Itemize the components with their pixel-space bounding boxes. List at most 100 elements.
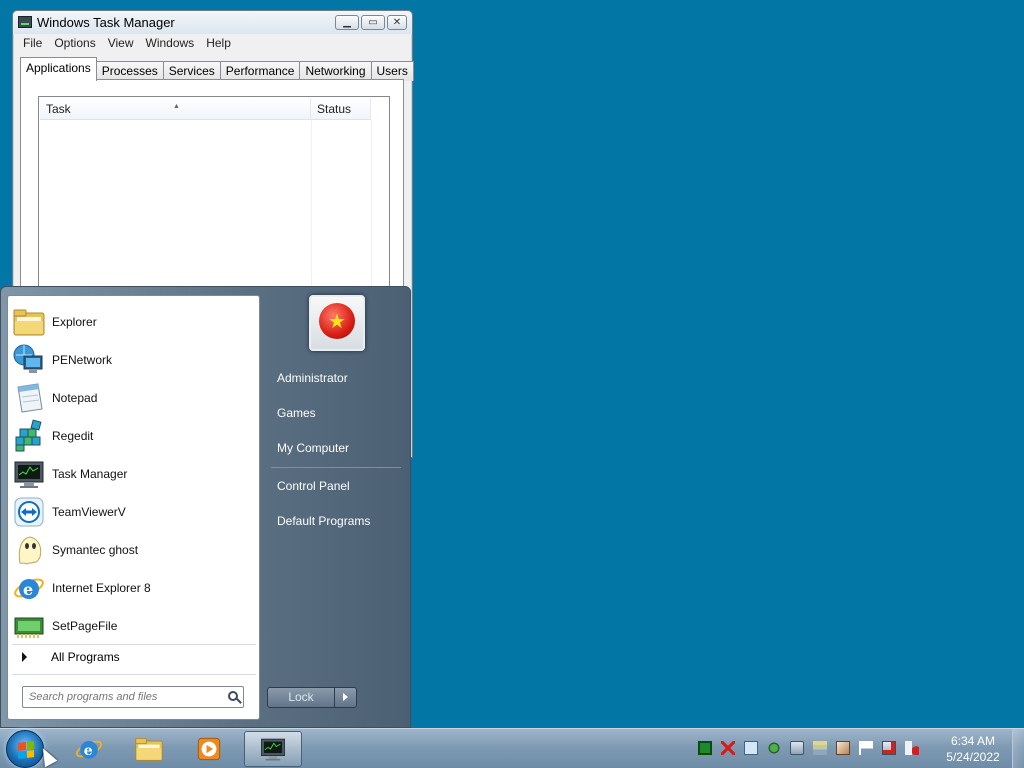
- program-label: SetPageFile: [52, 619, 118, 633]
- search-box[interactable]: [22, 686, 244, 708]
- tab-users[interactable]: Users: [370, 61, 414, 81]
- task-manager-icon: [18, 16, 32, 28]
- tray-usb-icon[interactable]: [790, 741, 804, 755]
- list-header: Task ▲ Status: [40, 98, 371, 120]
- menu-help[interactable]: Help: [200, 34, 237, 54]
- internet-explorer-icon: e: [75, 740, 103, 759]
- explorer-folder-icon: [135, 737, 163, 761]
- taskbar-media-player[interactable]: [180, 731, 238, 767]
- program-symantec-ghost[interactable]: Symantec ghost: [12, 532, 256, 568]
- start-item-games[interactable]: Games: [277, 406, 316, 420]
- internet-explorer-icon: e: [12, 571, 46, 605]
- program-label: TeamViewerV: [52, 505, 126, 519]
- column-header-status[interactable]: Status: [311, 98, 371, 120]
- menu-options[interactable]: Options: [48, 34, 101, 54]
- taskbar: e 6:34 AM 5/24/2022: [0, 728, 1024, 768]
- network-globe-icon: [12, 343, 46, 377]
- search-icon[interactable]: [228, 691, 238, 701]
- media-player-icon: [197, 737, 221, 761]
- lock-button[interactable]: Lock: [267, 687, 335, 708]
- red-x-icon[interactable]: [721, 741, 735, 755]
- program-regedit[interactable]: Regedit: [12, 418, 256, 454]
- user-avatar-star-icon: ★: [319, 303, 355, 339]
- pagefile-icon: [12, 609, 46, 643]
- close-button[interactable]: ✕: [387, 15, 407, 30]
- program-label: Internet Explorer 8: [52, 581, 151, 595]
- program-explorer[interactable]: Explorer: [12, 304, 256, 340]
- menu-file[interactable]: File: [17, 34, 48, 54]
- show-desktop-button[interactable]: [1012, 729, 1024, 768]
- windows-logo-icon: [18, 741, 34, 759]
- window-title: Windows Task Manager: [37, 15, 175, 30]
- start-menu: Explorer PENetwork Notepad Regedit Task: [0, 286, 411, 728]
- program-penetwork[interactable]: PENetwork: [12, 342, 256, 378]
- ghost-icon: [12, 533, 46, 567]
- program-label: Notepad: [52, 391, 98, 405]
- program-setpagefile[interactable]: SetPageFile: [12, 608, 256, 644]
- svg-text:e: e: [23, 580, 33, 599]
- right-pane-divider: [271, 467, 401, 468]
- network-disconnected-icon[interactable]: [882, 741, 896, 755]
- taskbar-explorer[interactable]: [120, 731, 178, 767]
- clock-date: 5/24/2022: [946, 750, 1000, 764]
- tab-strip: Applications Processes Services Performa…: [20, 57, 414, 81]
- program-task-manager[interactable]: Task Manager: [12, 456, 256, 492]
- user-picture[interactable]: ★: [309, 295, 365, 351]
- system-clock[interactable]: 6:34 AM 5/24/2022: [936, 733, 1010, 765]
- program-internet-explorer-8[interactable]: e Internet Explorer 8: [12, 570, 256, 606]
- column-divider: [311, 120, 312, 295]
- notification-area: [698, 741, 919, 755]
- clock-time: 6:34 AM: [950, 734, 996, 748]
- menu-bar: File Options View Windows Help: [13, 34, 412, 54]
- taskbar-internet-explorer[interactable]: e: [60, 731, 118, 767]
- registry-icon: [12, 419, 46, 453]
- program-label: Regedit: [52, 429, 94, 443]
- menu-view[interactable]: View: [102, 34, 140, 54]
- tray-network-icon[interactable]: [767, 741, 781, 755]
- column-header-task[interactable]: Task ▲: [40, 98, 311, 120]
- program-notepad[interactable]: Notepad: [12, 380, 256, 416]
- programs-divider: [12, 644, 256, 645]
- start-item-administrator[interactable]: Administrator: [277, 371, 348, 385]
- tab-networking[interactable]: Networking: [299, 61, 372, 81]
- programs-pane: Explorer PENetwork Notepad Regedit Task: [7, 295, 260, 720]
- tab-services[interactable]: Services: [162, 61, 221, 81]
- all-programs-button[interactable]: All Programs: [16, 650, 120, 664]
- volume-muted-icon[interactable]: [905, 741, 919, 755]
- svg-text:e: e: [84, 743, 93, 759]
- taskbar-task-manager[interactable]: [244, 731, 302, 767]
- action-center-flag-icon[interactable]: [859, 741, 873, 755]
- task-list[interactable]: Task ▲ Status: [38, 96, 390, 296]
- tab-processes[interactable]: Processes: [95, 61, 164, 81]
- shutdown-options-arrow-icon[interactable]: [335, 687, 357, 708]
- program-label: Symantec ghost: [52, 543, 139, 557]
- title-bar[interactable]: Windows Task Manager ▁ ▭ ✕: [13, 11, 412, 34]
- program-teamviewer[interactable]: TeamViewerV: [12, 494, 256, 530]
- tray-app-icon[interactable]: [744, 741, 758, 755]
- task-manager-icon: [261, 738, 285, 761]
- notepad-icon: [12, 381, 46, 415]
- tab-applications[interactable]: Applications: [20, 57, 97, 81]
- search-input[interactable]: [29, 689, 219, 705]
- tray-layers-icon[interactable]: [813, 741, 827, 755]
- sort-up-icon: ▲: [173, 103, 180, 110]
- start-item-my-computer[interactable]: My Computer: [277, 441, 349, 455]
- program-label: PENetwork: [52, 353, 113, 367]
- program-label: Explorer: [52, 315, 97, 329]
- arrow-right-icon: [22, 652, 27, 662]
- tab-performance[interactable]: Performance: [219, 61, 301, 81]
- folder-icon: [12, 305, 46, 339]
- start-item-default-programs[interactable]: Default Programs: [277, 514, 370, 528]
- tray-eject-icon[interactable]: [836, 741, 850, 755]
- green-square-icon[interactable]: [698, 741, 712, 755]
- program-label: Task Manager: [52, 467, 128, 481]
- lock-button-group: Lock: [267, 687, 357, 708]
- menu-windows[interactable]: Windows: [140, 34, 201, 54]
- minimize-button[interactable]: ▁: [335, 15, 359, 30]
- teamviewer-icon: [12, 495, 46, 529]
- search-divider: [12, 674, 256, 675]
- maximize-button[interactable]: ▭: [361, 15, 385, 30]
- all-programs-label: All Programs: [51, 650, 120, 664]
- start-item-control-panel[interactable]: Control Panel: [277, 479, 350, 493]
- column-divider: [371, 120, 372, 295]
